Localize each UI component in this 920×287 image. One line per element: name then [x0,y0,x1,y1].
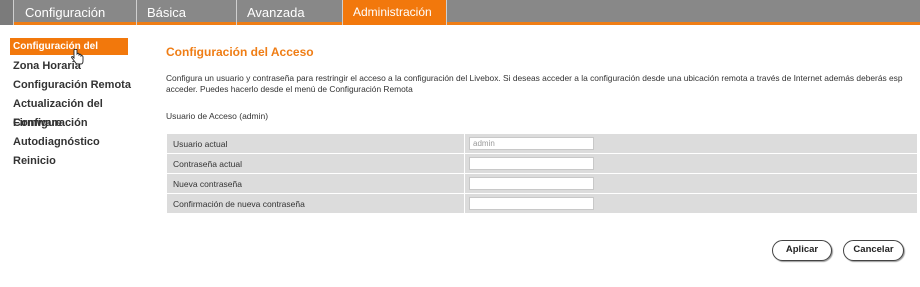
form-row-nueva-contrasena: Nueva contraseña [166,173,918,194]
confirm-password-field[interactable] [469,197,594,210]
tab-basica[interactable]: Básica [137,0,237,25]
tab-avanzada[interactable]: Avanzada [237,0,343,25]
access-form-table: Usuario actual Contraseña actual Nueva c… [166,133,918,214]
form-row-confirmacion: Confirmación de nueva contraseña [166,193,918,214]
form-row-contrasena-actual: Contraseña actual [166,153,918,174]
sidebar-item-configuracion-acceso[interactable]: Configuración del Acceso [10,38,128,69]
current-user-field[interactable] [469,137,594,150]
page-description: Configura un usuario y contraseña para r… [166,73,903,94]
form-label: Contraseña actual [166,153,465,174]
main-content: Configuración del Acceso Configura un us… [166,40,920,121]
apply-button[interactable]: Aplicar [772,240,832,261]
form-row-usuario-actual: Usuario actual [166,133,918,154]
top-nav-bar: Configuración rápida Básica Avanzada Adm… [0,0,920,45]
tab-configuracion-rapida[interactable]: Configuración rápida [15,0,137,45]
hand-cursor-icon [71,49,84,65]
cancel-button[interactable]: Cancelar [843,240,904,261]
page-title: Configuración del Acceso [166,45,314,59]
sidebar-item-configuracion[interactable]: Configuración [0,114,150,133]
form-label: Usuario actual [166,133,465,154]
sidebar-item-reinicio[interactable]: Reinicio [0,152,150,171]
nav-lead-segment [0,0,14,25]
new-password-field[interactable] [469,177,594,190]
sidebar-item-autodiagnostico[interactable]: Autodiagnóstico [0,133,150,152]
section-label: Usuario de Acceso (admin) [166,111,269,121]
sidebar-item-configuracion-remota[interactable]: Configuración Remota [0,76,150,95]
current-password-field[interactable] [469,157,594,170]
tab-administracion[interactable]: Administración [343,0,447,25]
form-label: Confirmación de nueva contraseña [166,193,465,214]
sidebar-item-actualizacion-firmware[interactable]: Actualización del Firmware [0,95,150,129]
form-label: Nueva contraseña [166,173,465,194]
